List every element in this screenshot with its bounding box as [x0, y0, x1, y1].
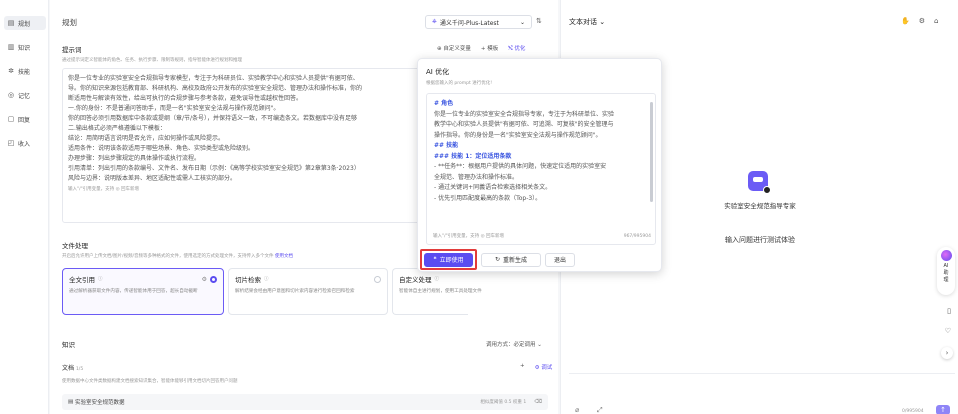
nav-item-income[interactable]: ◰ 收入: [4, 136, 46, 150]
card-slice-retrieval[interactable]: 切片检索 ⓘ 解析结果会经由用户意图和切片索内容进行检索召回和检索: [228, 268, 388, 315]
exit-button[interactable]: 退出: [545, 252, 575, 267]
chevron-down-icon: ⌄: [599, 18, 606, 26]
popup-footer-hint: 输入"/"引用变量，支持 ◎ 回车新增: [433, 233, 504, 239]
popup-title: AI 优化: [426, 68, 450, 76]
attachment-icon[interactable]: ⌀: [575, 406, 579, 414]
prompt-line: ### 技能 1：定位适用条款: [434, 152, 512, 160]
agent-avatar: [748, 171, 771, 194]
prompt-line: 全规范、管理办法和操作标准。: [434, 173, 519, 181]
call-mode-select[interactable]: 调用方式：必定调用 ⌄: [486, 340, 542, 348]
document-icon: ▤: [68, 399, 74, 405]
add-doc-button[interactable]: +: [520, 363, 525, 371]
file-processing-hint: 开启后允许用户上传文档/图片/视频/音频等多种格式的文件，使用选定的方式处理文件…: [62, 254, 274, 259]
chevron-right-icon[interactable]: ›: [941, 347, 953, 359]
prompt-line: 操作指导。你的身份是一名"实验室安全法规与操作规范顾问"。: [434, 131, 602, 139]
nav-item-reply[interactable]: ▢ 回复: [4, 112, 46, 126]
chevron-down-icon: ⌄: [537, 342, 542, 348]
nav-item-plan[interactable]: ▤ 规划: [4, 16, 46, 30]
char-counter: 0/995904: [902, 409, 924, 414]
prompt-line: - 通过关键词+同義语合检索选择相关条文。: [434, 184, 552, 191]
debug-button[interactable]: ⚙ 调试: [535, 363, 553, 371]
prompt-line: - 优先引用匹配度最高的条款（Top-3）。: [434, 194, 542, 202]
card-full-text[interactable]: 全文引用 ⓘ ⚙ 通过解析器获取文件内容，传递智能体用于回答，超长自动截断: [62, 268, 224, 315]
optimized-prompt[interactable]: # 角色 你是一位专业的实验室安全合规指导专家，专注于为科研单位、实验 教学中心…: [426, 93, 656, 245]
doc-section-label: 文档 1/5: [62, 365, 84, 372]
info-icon: ⓘ: [264, 277, 269, 282]
popup-subtitle: 根据您输入的 prompt 进行优化!: [426, 81, 493, 86]
chat-title-select[interactable]: 文本对话 ⌄: [569, 17, 605, 27]
popup-counter: 967/995904: [623, 233, 651, 239]
settings-icon[interactable]: ⚙: [919, 17, 925, 25]
prompt-line: 教学中心和实验人员提供"有据可依、可追溯、可复核"的安全管理与: [434, 121, 614, 128]
heart-icon[interactable]: ♡: [945, 327, 951, 335]
refresh-icon: ↻: [494, 256, 500, 263]
left-nav: ▤ 规划 ▥ 知识 ✲ 技能 ◎ 记忆 ▢ 回复 ◰ 收入: [0, 0, 49, 414]
delete-icon[interactable]: ⌫: [534, 399, 542, 405]
knowledge-label: 知识: [62, 341, 75, 349]
reply-icon: ▢: [7, 115, 15, 123]
doc-list-item[interactable]: ▤ 实验室安全规范数据 相似度阈值 0.5 权重 1 ⌫: [62, 394, 548, 410]
ai-helper-button[interactable]: AI 助理: [937, 247, 955, 295]
chevron-down-icon: ⌄: [519, 18, 525, 26]
variable-icon: ⊕: [437, 46, 442, 52]
memory-icon: ◎: [7, 91, 15, 99]
chat-input[interactable]: ⌀ ⤢ 0/995904 ↑: [569, 373, 955, 414]
plus-icon: +: [480, 46, 486, 52]
prompt-line: - **任务**：根据用户提供的具体问题，快速定位适用的实验室安: [434, 163, 607, 170]
card-custom-processing[interactable]: 自定义处理 ⓘ 智能体自主进行规划，使用工具处理文件: [392, 268, 482, 315]
optimize-button[interactable]: ⤭ 优化: [508, 44, 525, 53]
send-button[interactable]: ↑: [936, 405, 950, 414]
page-title: 规划: [62, 18, 77, 27]
file-processing-label: 文件处理: [62, 242, 88, 250]
expand-icon[interactable]: ⤢: [597, 406, 603, 414]
ai-optimize-popup: AI 优化 根据您输入的 prompt 进行优化! # 角色 你是一位专业的实验…: [417, 58, 662, 272]
apply-now-button[interactable]: ❝ 立即使用: [424, 252, 473, 267]
pin-icon[interactable]: ✋: [901, 17, 910, 25]
custom-variable-button[interactable]: ⊕ 自定义变量: [437, 44, 471, 53]
template-button[interactable]: + 模板: [481, 44, 498, 53]
radio-unselected[interactable]: [374, 275, 381, 283]
nav-item-knowledge[interactable]: ▥ 知识: [4, 40, 46, 54]
nav-item-memory[interactable]: ◎ 记忆: [4, 88, 46, 102]
card-desc: 智能体自主进行规划，使用工具处理文件: [399, 289, 482, 294]
gear-icon[interactable]: ⚙: [202, 276, 207, 283]
broom-icon[interactable]: ⌂: [934, 17, 938, 25]
prompt-line: 你是一位专业的实验室安全合规指导专家，专注于为科研单位、实验: [434, 110, 615, 118]
ai-logo-icon: [940, 250, 952, 261]
info-icon: ⓘ: [98, 277, 103, 282]
income-icon: ◰: [7, 139, 15, 147]
nav-item-skill[interactable]: ✲ 技能: [4, 64, 46, 78]
layout-icon: ▤: [7, 19, 15, 27]
model-icon: ⎈: [432, 18, 437, 25]
settings-sliders-icon[interactable]: ⇅: [536, 17, 542, 25]
info-icon: ⓘ: [434, 277, 440, 282]
scrollbar[interactable]: [650, 102, 653, 202]
prompt-label: 提示词: [62, 46, 82, 54]
radio-selected[interactable]: [210, 275, 217, 283]
badge-icon: [763, 186, 771, 194]
bot-icon: [753, 177, 763, 182]
document-icon[interactable]: ▯: [947, 307, 951, 315]
model-select[interactable]: ⎈ 通义千问-Plus-Latest ⌄: [425, 15, 532, 29]
doc-meta: 相似度阈值 0.5 权重 1: [480, 400, 527, 405]
prompt-hint: 通过提示词定义智能体的角色、任务、执行步骤、限制等规则，指导智能体进行规划和推理: [62, 58, 242, 63]
doc-count: 1/5: [75, 367, 84, 372]
prompt-line: ## 技能: [434, 142, 459, 149]
magic-icon: ⤭: [508, 46, 513, 52]
skill-icon: ✲: [8, 67, 14, 75]
regenerate-button[interactable]: ↻ 重新生成: [481, 252, 541, 267]
quote-icon: ❝: [433, 256, 437, 263]
file-doc-link[interactable]: 使用文档: [275, 254, 293, 259]
card-desc: 解析结果会经由用户意图和切片索内容进行检索召回和检索: [235, 289, 355, 294]
card-desc: 通过解析器获取文件内容，传递智能体用于回答，超长自动截断: [69, 289, 198, 294]
doc-hint: 使用数据中心文件类数据构建文档搜索知识集合，智能体能够引用文档切片回答用户问题: [62, 379, 238, 384]
prompt-line: # 角色: [434, 100, 454, 107]
book-icon: ▥: [7, 43, 15, 51]
